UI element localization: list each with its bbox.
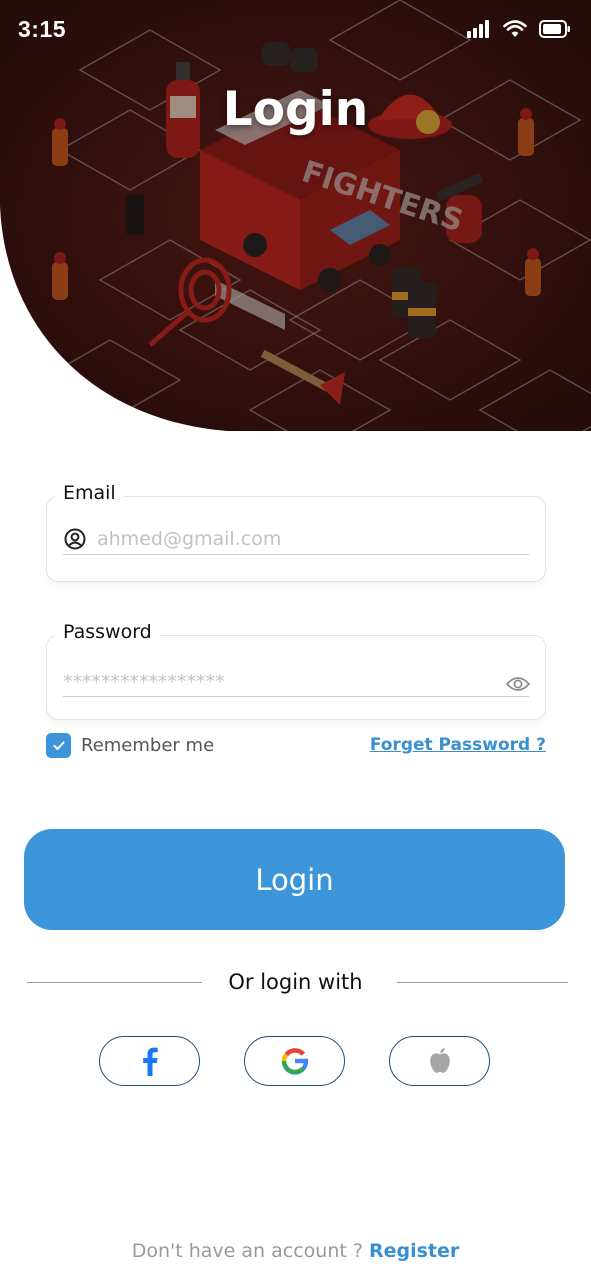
email-label: Email [55, 482, 124, 504]
login-button[interactable]: Login [24, 829, 565, 930]
wifi-icon [503, 20, 527, 37]
email-underline [63, 554, 529, 555]
status-icons [467, 20, 571, 38]
check-icon [53, 741, 64, 750]
password-underline [63, 696, 529, 697]
page-title: Login [222, 82, 369, 137]
apple-icon [429, 1047, 450, 1073]
firefighters-illustration: FIGHTERS [0, 0, 591, 431]
status-time: 3:15 [18, 16, 67, 42]
password-field: Password [46, 621, 546, 720]
apple-login-button[interactable] [389, 1036, 490, 1086]
facebook-login-button[interactable] [99, 1036, 200, 1086]
email-field: Email [46, 482, 546, 582]
forget-password-link[interactable]: Forget Password ? [370, 735, 546, 755]
register-link[interactable]: Register [369, 1240, 459, 1262]
facebook-icon [142, 1047, 158, 1076]
divider-line-right [397, 982, 568, 983]
email-input[interactable] [97, 525, 527, 553]
status-bar: 3:15 [0, 0, 591, 62]
password-label: Password [55, 621, 160, 643]
register-prompt: Don't have an account ? Register [0, 1240, 591, 1262]
register-prompt-text: Don't have an account ? [131, 1240, 369, 1262]
remember-me-label: Remember me [81, 735, 215, 756]
hero-banner: FIGHTERS 3:15 Login [0, 0, 591, 431]
google-icon [281, 1048, 308, 1075]
google-login-button[interactable] [244, 1036, 345, 1086]
battery-icon [539, 20, 570, 38]
password-input[interactable] [63, 668, 483, 696]
remember-me-row: Remember me [46, 733, 214, 758]
remember-me-checkbox[interactable] [46, 733, 71, 758]
eye-icon[interactable] [506, 676, 530, 692]
user-circle-icon [64, 528, 86, 550]
cellular-signal-icon [467, 20, 489, 38]
